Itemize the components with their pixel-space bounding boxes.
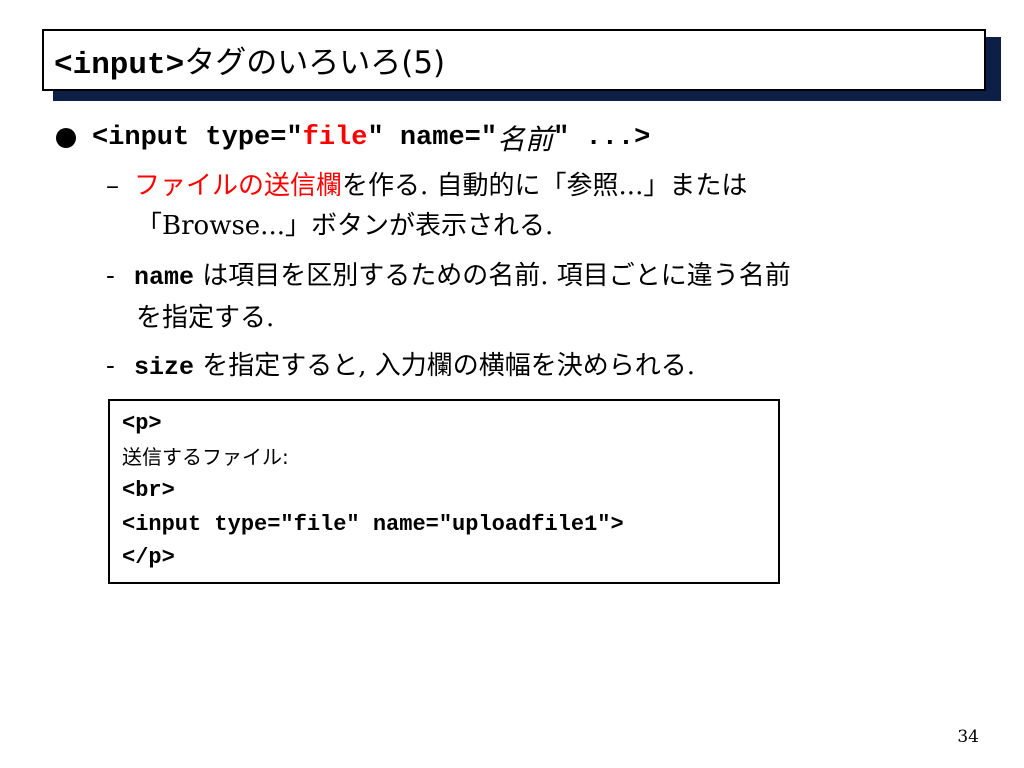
code-line: <br> — [122, 478, 175, 503]
line-text: は項目を区別するための名前. 項目ごとに違う名前 — [194, 261, 791, 291]
code-size: size — [134, 353, 195, 382]
code-example-box: <p> 送信するファイル: <br> <input type="file" na… — [108, 399, 780, 584]
line-text: を作る. 自動的に「参照...」または — [342, 171, 748, 201]
bullet-part1: <input type=" — [92, 123, 303, 153]
code-line: <input type="file" name="uploadfile1"> — [122, 511, 624, 537]
title-tag: <input> — [54, 48, 185, 83]
main-bullet: <input type=" file " name=" 名前 " ...> — [56, 118, 650, 158]
title-rest: タグのいろいろ(5) — [184, 45, 446, 81]
dash: - — [106, 351, 115, 381]
bullet-file: file — [302, 123, 368, 153]
bullet-part3: " ...> — [553, 123, 651, 153]
sub-item-file: – ファイルの送信欄を作る. 自動的に「参照...」または 「Browse...」… — [106, 166, 747, 246]
code-line: 送信するファイル: — [122, 444, 289, 469]
line-text: 「Browse...」ボタンが表示される. — [136, 211, 554, 241]
bullet-dot-icon — [56, 128, 76, 148]
sub-item-name: - name は項目を区別するための名前. 項目ごとに違う名前 を指定する. — [106, 256, 791, 338]
code-name: name — [134, 263, 195, 292]
page-number: 34 — [957, 727, 979, 747]
bullet-part2: " name=" — [367, 123, 498, 153]
title-box: <input>タグのいろいろ(5) — [42, 29, 986, 91]
line-text: を指定する. — [136, 303, 275, 333]
code-line: <p> — [122, 411, 162, 436]
dash: - — [106, 261, 115, 291]
slide-title: <input>タグのいろいろ(5) — [54, 37, 445, 83]
dash: – — [106, 171, 119, 201]
bullet-name: 名前 — [497, 123, 554, 156]
code-line: </p> — [122, 545, 175, 570]
sub-item-size: - size を指定すると, 入力欄の横幅を決められる. — [106, 346, 695, 388]
line-text: を指定すると, 入力欄の横幅を決められる. — [194, 351, 696, 381]
file-field-text: ファイルの送信欄 — [134, 171, 343, 201]
